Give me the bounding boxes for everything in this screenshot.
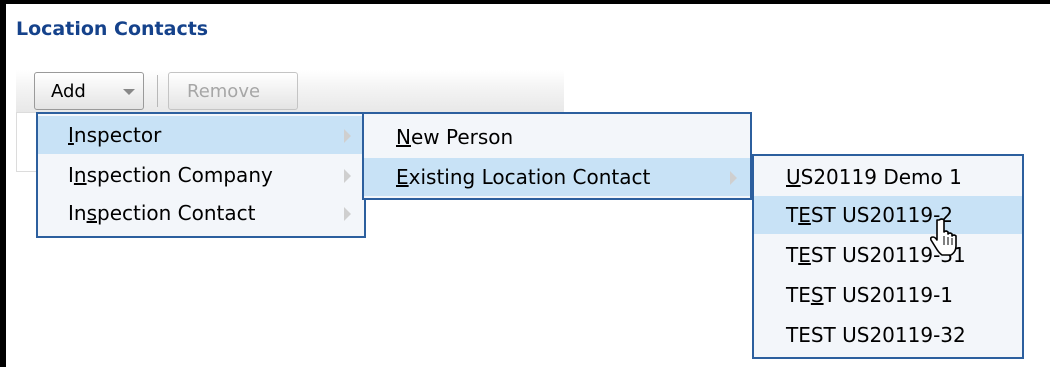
inspector-submenu: New Person Existing Location Contact: [362, 112, 752, 200]
menu-item-shortcut: n: [73, 163, 87, 187]
submenu-arrow-icon: [344, 207, 351, 221]
menu-item-label: T US20119-1: [823, 283, 954, 307]
menu-item-label: T: [786, 243, 799, 267]
menu-item-new-person[interactable]: New Person: [364, 118, 750, 156]
submenu-arrow-icon: [730, 171, 737, 185]
menu-item-contact[interactable]: TEST US20119-31: [754, 236, 1022, 274]
menu-item-label: nspector: [73, 123, 162, 147]
add-button-label: Add: [51, 81, 86, 102]
menu-item-label: In: [68, 201, 87, 225]
menu-item-label: ew Person: [410, 125, 514, 149]
toolbar-separator: [157, 75, 158, 107]
menu-item-contact[interactable]: US20119 Demo 1: [754, 158, 1022, 196]
menu-item-label: S20119 Demo 1: [800, 165, 962, 189]
menu-item-label: T: [786, 203, 799, 227]
menu-item-shortcut: s: [86, 201, 97, 225]
hand-pointer-icon: [930, 218, 957, 256]
submenu-arrow-icon: [344, 169, 351, 183]
menu-item-shortcut: N: [396, 125, 411, 149]
menu-item-shortcut: E: [798, 203, 811, 227]
menu-item-contact[interactable]: TEST US20119-2: [754, 196, 1022, 234]
menu-item-inspection-contact[interactable]: Inspection Contact: [38, 194, 364, 232]
menu-item-shortcut: E: [396, 165, 409, 189]
remove-button-label: Remove: [187, 81, 261, 102]
menu-item-inspector[interactable]: Inspector: [38, 116, 364, 154]
menu-item-inspection-company[interactable]: Inspection Company: [38, 156, 364, 194]
menu-item-contact[interactable]: TEST US20119-32: [754, 316, 1022, 354]
add-menu: Inspector Inspection Company Inspection …: [36, 112, 366, 238]
menu-item-shortcut: S: [810, 283, 824, 307]
submenu-arrow-icon: [344, 129, 351, 143]
menu-item-contact[interactable]: TEST US20119-1: [754, 276, 1022, 314]
menu-item-label: spection Company: [86, 163, 273, 187]
menu-item-label: TEST US20119-32: [786, 323, 966, 347]
menu-item-shortcut: U: [786, 165, 801, 189]
remove-button[interactable]: Remove: [168, 72, 298, 110]
chevron-down-icon: [123, 89, 135, 95]
panel-title: Location Contacts: [16, 18, 209, 40]
menu-item-label: pection Contact: [97, 201, 256, 225]
menu-item-existing-location-contact[interactable]: Existing Location Contact: [364, 158, 750, 196]
existing-contact-submenu: US20119 Demo 1 TEST US20119-2 TEST US201…: [752, 154, 1024, 359]
menu-item-shortcut: E: [798, 243, 811, 267]
menu-item-label: xisting Location Contact: [408, 165, 651, 189]
add-button[interactable]: Add: [34, 72, 144, 110]
menu-item-label: TE: [786, 283, 811, 307]
